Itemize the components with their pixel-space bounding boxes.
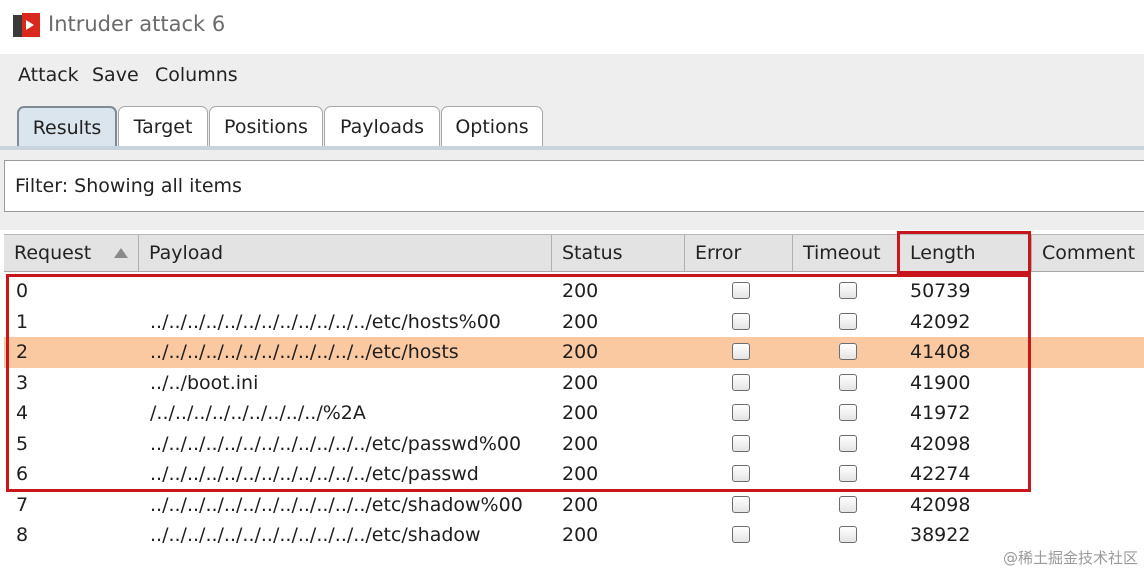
status-cell: 200 <box>562 463 599 485</box>
tab-payloads[interactable]: Payloads <box>324 106 440 146</box>
table-row[interactable]: 8 ../../../../../../../../../../../../et… <box>4 520 1144 551</box>
column-header-status[interactable]: Status <box>552 235 685 271</box>
menu-columns[interactable]: Columns <box>155 64 238 86</box>
table-header: Request Payload Status Error Timeout Len… <box>4 234 1144 272</box>
request-cell: 2 <box>16 341 29 363</box>
tab-positions[interactable]: Positions <box>209 106 323 146</box>
timeout-checkbox[interactable] <box>839 465 857 482</box>
timeout-checkbox[interactable] <box>839 495 857 513</box>
timeout-checkbox[interactable] <box>839 434 857 452</box>
timeout-checkbox[interactable] <box>839 312 857 330</box>
payload-cell: ../../../../../../../../../../../../etc/… <box>150 463 479 485</box>
table-row[interactable]: 1 ../../../../../../../../../../../../et… <box>4 307 1144 338</box>
tab-strip: Results Target Positions Payloads Option… <box>0 98 1144 148</box>
table-row[interactable]: 3 ../../boot.ini 200 41900 <box>4 368 1144 399</box>
request-cell: 3 <box>16 371 29 394</box>
error-checkbox[interactable] <box>732 526 750 543</box>
column-header-timeout[interactable]: Timeout <box>793 235 900 271</box>
menu-attack[interactable]: Attack <box>18 64 79 86</box>
payload-cell: ../../../../../../../../../../../../etc/… <box>150 493 523 516</box>
request-cell: 4 <box>16 402 29 424</box>
length-cell: 41900 <box>910 371 971 394</box>
timeout-checkbox[interactable] <box>839 373 857 391</box>
request-cell: 6 <box>16 463 29 485</box>
status-cell: 200 <box>562 524 599 546</box>
column-header-request[interactable]: Request <box>4 235 139 271</box>
burp-intruder-icon <box>13 13 40 37</box>
timeout-checkbox[interactable] <box>839 404 857 421</box>
filter-area: Filter: Showing all items <box>0 150 1144 230</box>
table-row[interactable]: 7 ../../../../../../../../../../../../et… <box>4 490 1144 521</box>
status-cell: 200 <box>562 432 599 455</box>
tab-options[interactable]: Options <box>441 106 543 146</box>
request-cell: 0 <box>16 280 29 302</box>
timeout-checkbox[interactable] <box>839 526 857 543</box>
menu-save[interactable]: Save <box>92 64 139 86</box>
error-checkbox[interactable] <box>732 282 750 299</box>
payload-cell: ../../../../../../../../../../../../etc/… <box>150 432 522 455</box>
payload-cell: /../../../../../../../../../%2A <box>150 402 366 424</box>
error-checkbox[interactable] <box>732 495 750 513</box>
status-cell: 200 <box>562 280 599 302</box>
column-header-error[interactable]: Error <box>685 235 793 271</box>
table-row[interactable]: 4 /../../../../../../../../../%2A 200 41… <box>4 398 1144 429</box>
error-checkbox[interactable] <box>732 404 750 421</box>
payload-cell: ../../../../../../../../../../../../etc/… <box>150 341 459 363</box>
tab-results[interactable]: Results <box>17 106 117 146</box>
timeout-checkbox[interactable] <box>839 282 857 299</box>
table-row[interactable]: 6 ../../../../../../../../../../../../et… <box>4 459 1144 490</box>
status-cell: 200 <box>562 310 599 333</box>
watermark: @稀土掘金技术社区 <box>1002 549 1138 567</box>
table-row[interactable]: 0 200 50739 <box>4 276 1144 307</box>
table-row[interactable]: 5 ../../../../../../../../../../../../et… <box>4 429 1144 460</box>
status-cell: 200 <box>562 402 599 424</box>
request-cell: 5 <box>16 432 29 455</box>
column-header-request-label: Request <box>14 242 92 264</box>
column-header-comment[interactable]: Comment <box>1032 235 1144 271</box>
length-cell: 42098 <box>910 493 971 516</box>
menu-bar: Attack Save Columns <box>0 54 1144 98</box>
title-bar: Intruder attack 6 <box>0 0 1144 54</box>
error-checkbox[interactable] <box>732 434 750 452</box>
filter-bar[interactable]: Filter: Showing all items <box>4 160 1144 212</box>
tab-target[interactable]: Target <box>118 106 208 146</box>
window-title: Intruder attack 6 <box>48 12 226 36</box>
sort-ascending-icon <box>114 248 128 258</box>
results-table: Request Payload Status Error Timeout Len… <box>0 230 1144 574</box>
status-cell: 200 <box>562 493 599 516</box>
filter-label: Filter: Showing all items <box>15 175 242 197</box>
status-cell: 200 <box>562 341 599 363</box>
error-checkbox[interactable] <box>732 465 750 482</box>
payload-cell: ../../../../../../../../../../../../etc/… <box>150 310 501 333</box>
request-cell: 7 <box>16 493 29 516</box>
length-cell: 41972 <box>910 402 971 424</box>
request-cell: 1 <box>16 310 29 333</box>
length-cell: 50739 <box>910 280 971 302</box>
length-cell: 41408 <box>910 341 971 363</box>
error-checkbox[interactable] <box>732 312 750 330</box>
error-checkbox[interactable] <box>732 343 750 360</box>
request-cell: 8 <box>16 524 29 546</box>
length-cell: 38922 <box>910 524 971 546</box>
timeout-checkbox[interactable] <box>839 343 857 360</box>
column-header-length[interactable]: Length <box>900 235 1032 271</box>
length-cell: 42098 <box>910 432 971 455</box>
payload-cell: ../../../../../../../../../../../../etc/… <box>150 524 481 546</box>
payload-cell: ../../boot.ini <box>150 371 259 394</box>
error-checkbox[interactable] <box>732 373 750 391</box>
length-cell: 42274 <box>910 463 971 485</box>
status-cell: 200 <box>562 371 599 394</box>
table-row-selected[interactable]: 2 ../../../../../../../../../../../../et… <box>4 337 1144 368</box>
column-header-payload[interactable]: Payload <box>139 235 552 271</box>
length-cell: 42092 <box>910 310 971 333</box>
